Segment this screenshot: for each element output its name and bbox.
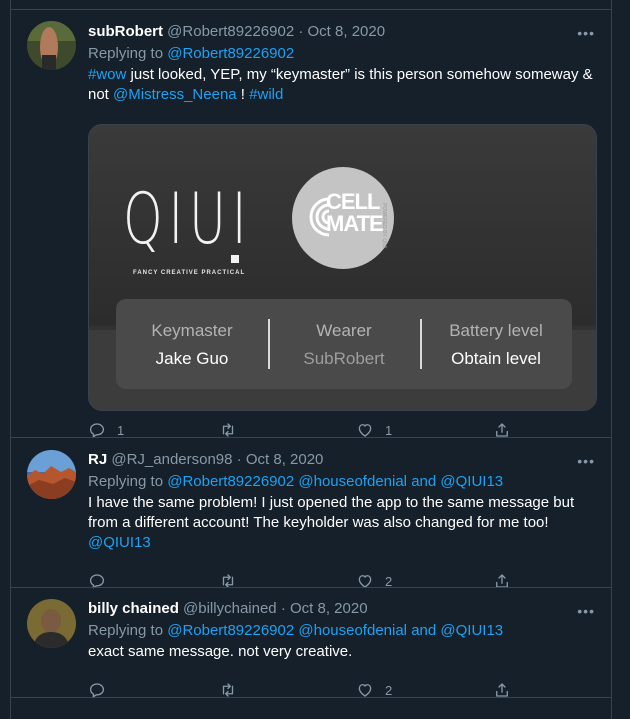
like-count: 1: [385, 422, 393, 438]
cellmate-logo-text: CELL MATE: [326, 189, 384, 236]
retweet-button[interactable]: [219, 680, 248, 700]
wearer-value: SubRobert: [303, 349, 385, 368]
reply-mention-links[interactable]: @Robert89226902 @houseofdenial: [167, 473, 407, 490]
mention-link[interactable]: @Mistress_Neena: [113, 86, 237, 103]
battery-value: Obtain level: [451, 349, 541, 368]
handle[interactable]: @billychained: [183, 600, 277, 617]
like-button[interactable]: 2: [356, 680, 392, 700]
tweet-header: billy chained @billychained · Oct 8, 202…: [88, 599, 599, 619]
tweet-actions: 2: [88, 680, 508, 700]
reply-icon: [89, 683, 105, 698]
display-name[interactable]: billy chained: [88, 600, 179, 617]
tweet-thread: ••• subRobert @Robert89226902 · Oct 8, 2…: [10, 0, 612, 719]
like-count: 2: [385, 682, 393, 698]
tweet-body: RJ @RJ_anderson98 · Oct 8, 2020 Replying…: [88, 450, 599, 589]
reply-and-others-link[interactable]: and: [411, 473, 436, 490]
keymaster-label: Keymaster: [151, 321, 233, 340]
hashtag-link[interactable]: #wow: [88, 66, 126, 83]
avatar[interactable]: [27, 21, 76, 70]
display-name[interactable]: subRobert: [88, 23, 163, 40]
tweet-text: I have the same problem! I just opened t…: [88, 493, 599, 553]
keymaster-value: Jake Guo: [155, 349, 229, 368]
reply-mention-link[interactable]: @QIUI13: [440, 622, 503, 639]
mention-link[interactable]: @QIUI13: [88, 534, 151, 551]
handle[interactable]: @RJ_anderson98: [111, 451, 232, 468]
separator: ·: [236, 451, 242, 468]
handle[interactable]: @Robert89226902: [167, 23, 294, 40]
separator: ·: [280, 600, 286, 617]
timestamp[interactable]: Oct 8, 2020: [308, 23, 386, 40]
replying-to-label: Replying to: [88, 45, 164, 62]
tweet-text: exact same message. not very creative.: [88, 643, 353, 660]
avatar[interactable]: [27, 450, 76, 499]
retweet-icon: [222, 683, 234, 697]
avatar[interactable]: [27, 599, 76, 648]
wearer-cell: Wearer SubRobert: [268, 299, 420, 389]
battery-cell: Battery level Obtain level: [420, 299, 572, 389]
separator: ·: [298, 23, 304, 40]
tweet-billy-chained[interactable]: ••• billy chained @billychained · Oct 8,…: [11, 587, 611, 698]
cellmate-line2: MATE: [326, 211, 384, 236]
tweet-rj[interactable]: ••• RJ @RJ_anderson98 · Oct 8, 2020 Repl…: [11, 437, 611, 589]
battery-label: Battery level: [449, 321, 543, 340]
reply-mention-link[interactable]: @Robert89226902: [167, 45, 294, 62]
tweet-subrobert[interactable]: ••• subRobert @Robert89226902 · Oct 8, 2…: [11, 9, 611, 438]
reply-and-others-link[interactable]: and: [411, 622, 436, 639]
cellmate-line1: CELL: [326, 189, 380, 214]
tweet-body: billy chained @billychained · Oct 8, 202…: [88, 599, 599, 698]
qiui-tagline: FANCY CREATIVE PRACTICAL: [133, 270, 246, 276]
replying-to: Replying to @Robert89226902 @houseofdeni…: [88, 621, 599, 641]
tweet-text-segment: I have the same problem! I just opened t…: [88, 494, 575, 531]
reply-mention-link[interactable]: @QIUI13: [440, 473, 503, 490]
replying-to-label: Replying to: [88, 622, 164, 639]
replying-to-label: Replying to: [88, 473, 164, 490]
replying-to: Replying to @Robert89226902: [88, 44, 599, 64]
reply-count: 1: [117, 422, 125, 438]
wearer-label: Wearer: [316, 321, 372, 340]
tweet-text-segment: !: [236, 86, 250, 103]
device-info-panel: Keymaster Jake Guo Wearer SubRobert Batt…: [116, 299, 572, 389]
reply-button[interactable]: [88, 680, 117, 700]
heart-icon: [358, 684, 372, 697]
qiui-logo-text: QIUI: [123, 178, 253, 260]
tweet-image[interactable]: QIUI FANCY CREATIVE PRACTICAL CELL MATE …: [88, 124, 597, 411]
share-button[interactable]: [493, 680, 511, 700]
timestamp[interactable]: Oct 8, 2020: [246, 451, 324, 468]
qiui-logo-dot: [231, 255, 239, 263]
tweet-header: subRobert @Robert89226902 · Oct 8, 2020: [88, 22, 599, 42]
tweet-text: #wow just looked, YEP, my “keymaster” is…: [88, 65, 599, 105]
share-icon: [496, 683, 508, 697]
cellmate-powered-by: POWERED BY QIUI: [381, 203, 387, 249]
hashtag-link[interactable]: #wild: [249, 86, 283, 103]
replying-to: Replying to @Robert89226902 @houseofdeni…: [88, 472, 599, 492]
timestamp[interactable]: Oct 8, 2020: [290, 600, 368, 617]
tweet-body: subRobert @Robert89226902 · Oct 8, 2020 …: [88, 22, 599, 438]
tweet-header: RJ @RJ_anderson98 · Oct 8, 2020: [88, 450, 599, 470]
keymaster-cell: Keymaster Jake Guo: [116, 299, 268, 389]
display-name[interactable]: RJ: [88, 451, 107, 468]
reply-mention-links[interactable]: @Robert89226902 @houseofdenial: [167, 622, 407, 639]
